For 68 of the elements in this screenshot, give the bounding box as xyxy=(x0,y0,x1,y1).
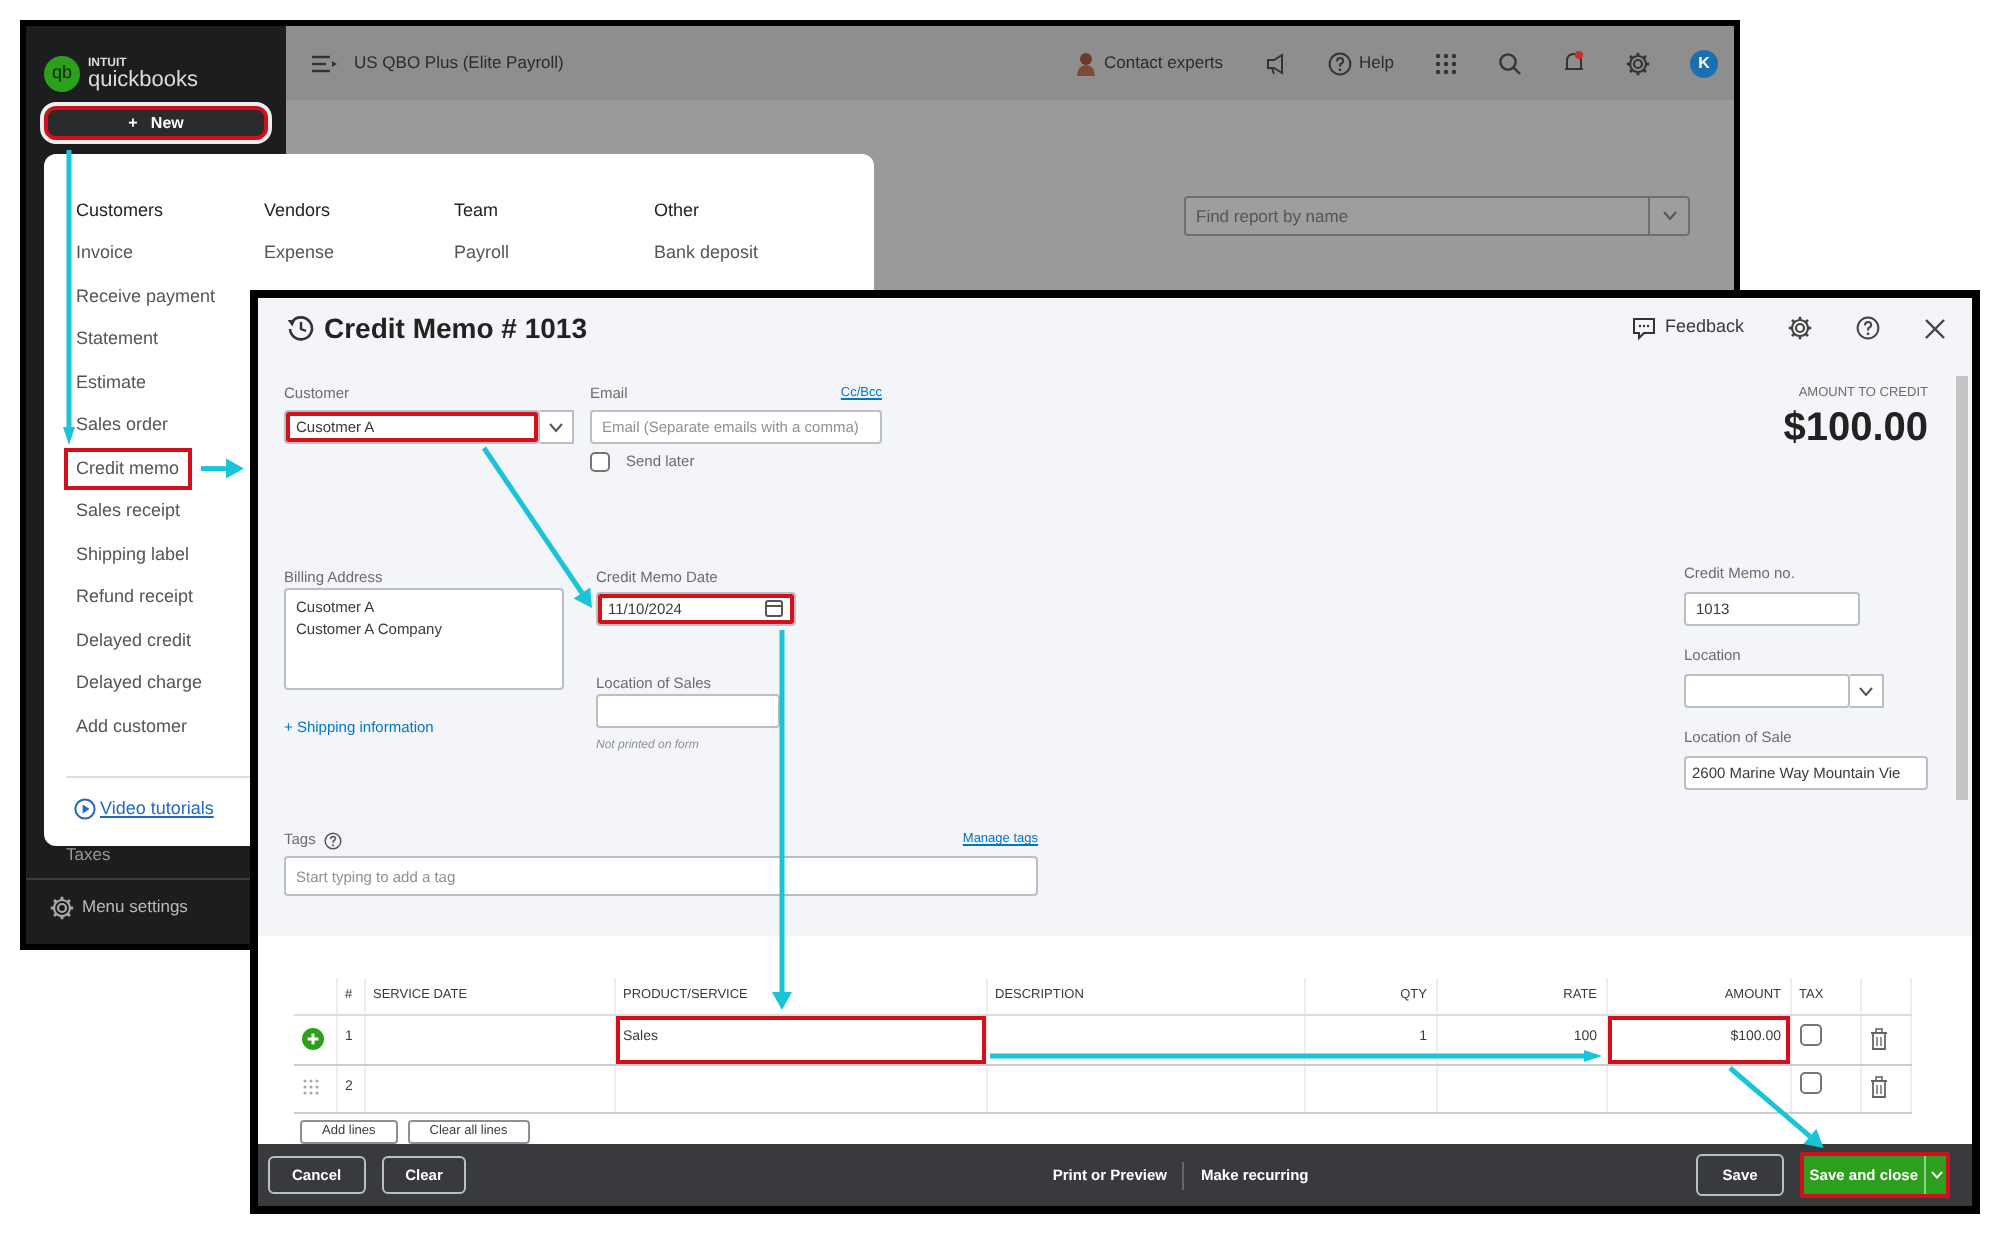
help-icon xyxy=(1327,51,1352,75)
avatar[interactable]: K xyxy=(1690,49,1718,77)
menu-item[interactable]: Delayed charge xyxy=(64,662,215,705)
menu-item[interactable]: Sales order xyxy=(64,404,181,447)
search-icon[interactable] xyxy=(1498,51,1522,75)
history-icon xyxy=(286,314,314,342)
menu-item[interactable]: Statement xyxy=(64,318,171,361)
menu-heading: Team xyxy=(454,198,499,222)
settings-icon xyxy=(50,895,74,920)
tax-checkbox[interactable] xyxy=(1799,1023,1821,1046)
close-icon[interactable] xyxy=(1924,317,1946,339)
play-circle-icon xyxy=(74,797,96,820)
menu-item[interactable]: Add customer xyxy=(64,705,200,748)
new-button[interactable]: + New xyxy=(40,102,272,144)
menu-item[interactable]: Payroll xyxy=(442,232,522,275)
settings-icon[interactable] xyxy=(1626,51,1650,75)
menu-heading: Customers xyxy=(76,198,164,222)
drag-handle-icon[interactable] xyxy=(302,1077,320,1096)
chat-icon xyxy=(1632,316,1657,340)
megaphone-icon[interactable] xyxy=(1263,51,1288,75)
menu-heading: Vendors xyxy=(264,198,331,222)
menu-item[interactable]: Bank deposit xyxy=(642,232,771,275)
brand-name: quickbooks xyxy=(88,69,199,91)
caret-icon xyxy=(1930,1170,1944,1180)
tax-checkbox[interactable] xyxy=(1799,1072,1821,1095)
trash-icon[interactable] xyxy=(1869,1027,1887,1050)
help-icon[interactable] xyxy=(1856,316,1880,340)
report-search-field[interactable]: Find report by name xyxy=(1184,196,1650,236)
location-field[interactable] xyxy=(1684,674,1850,708)
menu-item[interactable]: Receive payment xyxy=(64,275,228,318)
checkbox[interactable] xyxy=(590,452,610,472)
help-icon xyxy=(323,831,342,849)
menu-heading: Other xyxy=(654,198,700,222)
menu-item[interactable]: Sales receipt xyxy=(64,490,193,533)
settings-icon[interactable] xyxy=(1788,316,1812,340)
amount-total: $100.00 xyxy=(1781,404,1928,452)
scrollbar[interactable] xyxy=(1956,376,1968,800)
calendar-icon xyxy=(764,598,784,618)
chevron-down-icon xyxy=(1661,210,1677,222)
dropdown-button[interactable] xyxy=(540,410,574,444)
table-cell[interactable] xyxy=(1606,1064,1790,1112)
menu-item[interactable]: Refund receipt xyxy=(64,576,206,619)
company-name: US QBO Plus (Elite Payroll) xyxy=(354,50,564,76)
sidebar-item[interactable]: Taxes xyxy=(66,843,111,863)
window-title: Credit Memo # 1013 xyxy=(324,309,587,347)
logo-mark: qb xyxy=(44,56,80,92)
chevron-down-icon xyxy=(548,421,564,433)
menu-item[interactable]: Shipping label xyxy=(64,533,202,576)
annotation-arrow xyxy=(1728,1066,1824,1148)
menu-item[interactable]: Estimate xyxy=(64,361,159,404)
dropdown-button[interactable] xyxy=(1850,674,1884,708)
menu-icon[interactable] xyxy=(310,53,338,73)
trash-icon[interactable] xyxy=(1869,1076,1887,1099)
person-icon xyxy=(1075,51,1096,75)
feedback-link[interactable]: Feedback xyxy=(1664,314,1744,342)
video-tutorials-link[interactable]: Video tutorials xyxy=(100,795,214,822)
help-link[interactable]: Help xyxy=(1359,50,1394,76)
sidebar-item[interactable]: Menu settings xyxy=(82,894,188,920)
menu-item[interactable]: Delayed credit xyxy=(64,619,204,662)
menu-item[interactable]: Invoice xyxy=(64,232,146,275)
contact-experts-link[interactable]: Contact experts xyxy=(1103,50,1224,76)
menu-item[interactable]: Credit memo xyxy=(64,447,192,490)
location-of-sales-field[interactable] xyxy=(596,694,780,728)
chevron-down-icon xyxy=(1858,685,1874,697)
apps-grid-icon[interactable] xyxy=(1434,51,1458,75)
menu-item[interactable]: Expense xyxy=(252,232,347,275)
annotation-arrow xyxy=(201,458,244,479)
table-cell[interactable] xyxy=(614,1064,986,1112)
